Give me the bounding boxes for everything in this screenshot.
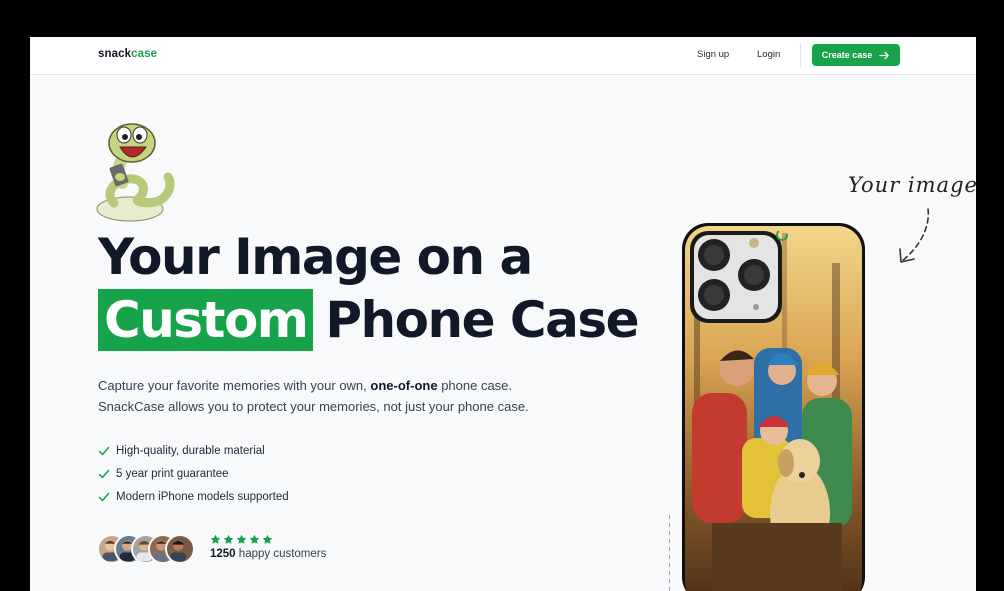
check-icon — [98, 469, 110, 478]
create-case-button[interactable]: Create case — [812, 44, 900, 66]
feature-item: High-quality, durable material — [98, 439, 289, 462]
description-bold: one-of-one — [370, 378, 438, 393]
description-line2: SnackCase allows you to protect your mem… — [98, 399, 529, 414]
login-link[interactable]: Login — [757, 49, 780, 60]
star-icon — [249, 534, 260, 544]
description-part2: phone case. — [441, 378, 513, 393]
signup-link[interactable]: Sign up — [697, 49, 729, 60]
curved-arrow-icon — [899, 208, 930, 263]
feature-label: Modern iPhone models supported — [116, 490, 289, 503]
star-icon — [223, 534, 234, 544]
feature-item: Modern iPhone models supported — [98, 485, 289, 508]
arrow-right-icon — [879, 51, 890, 59]
feature-list: High-quality, durable material 5 year pr… — [98, 439, 289, 508]
customer-count: 1250 happy customers — [210, 548, 326, 560]
feature-label: High-quality, durable material — [116, 444, 265, 457]
browser-viewport: snackcase Sign up Login Create case Your… — [30, 37, 976, 591]
avatar — [165, 534, 195, 564]
phone-case-preview — [682, 223, 865, 591]
brand-logo[interactable]: snackcase — [98, 48, 157, 60]
star-rating — [210, 534, 326, 545]
check-icon — [98, 446, 110, 455]
customer-count-label: happy customers — [238, 548, 327, 560]
headline-rest: Phone Case — [325, 291, 639, 349]
review-summary: 1250 happy customers — [210, 534, 326, 560]
star-icon — [210, 534, 221, 544]
headline-highlight: Custom — [98, 289, 314, 351]
feature-label: 5 year print guarantee — [116, 467, 229, 480]
create-case-label: Create case — [821, 50, 873, 60]
snake-mascot-icon — [96, 123, 175, 222]
headline-line2: Custom Phone Case — [98, 289, 640, 351]
customer-count-number: 1250 — [210, 548, 236, 560]
hero-description: Capture your favorite memories with your… — [98, 375, 598, 417]
star-icon — [262, 534, 273, 544]
your-image-annotation: Your image — [848, 173, 976, 197]
nav-divider — [800, 43, 801, 68]
check-icon — [98, 492, 110, 501]
description-part1: Capture your favorite memories with your… — [98, 378, 367, 393]
navbar: snackcase Sign up Login Create case — [30, 37, 976, 75]
brand-name-part1: snack — [98, 48, 132, 60]
feature-item: 5 year print guarantee — [98, 462, 289, 485]
star-icon — [236, 534, 247, 544]
dashed-line-decoration — [669, 515, 670, 591]
device-frame: snackcase Sign up Login Create case Your… — [0, 0, 1004, 591]
brand-name-part2: case — [131, 48, 158, 60]
headline-line1: Your Image on a — [98, 228, 533, 286]
